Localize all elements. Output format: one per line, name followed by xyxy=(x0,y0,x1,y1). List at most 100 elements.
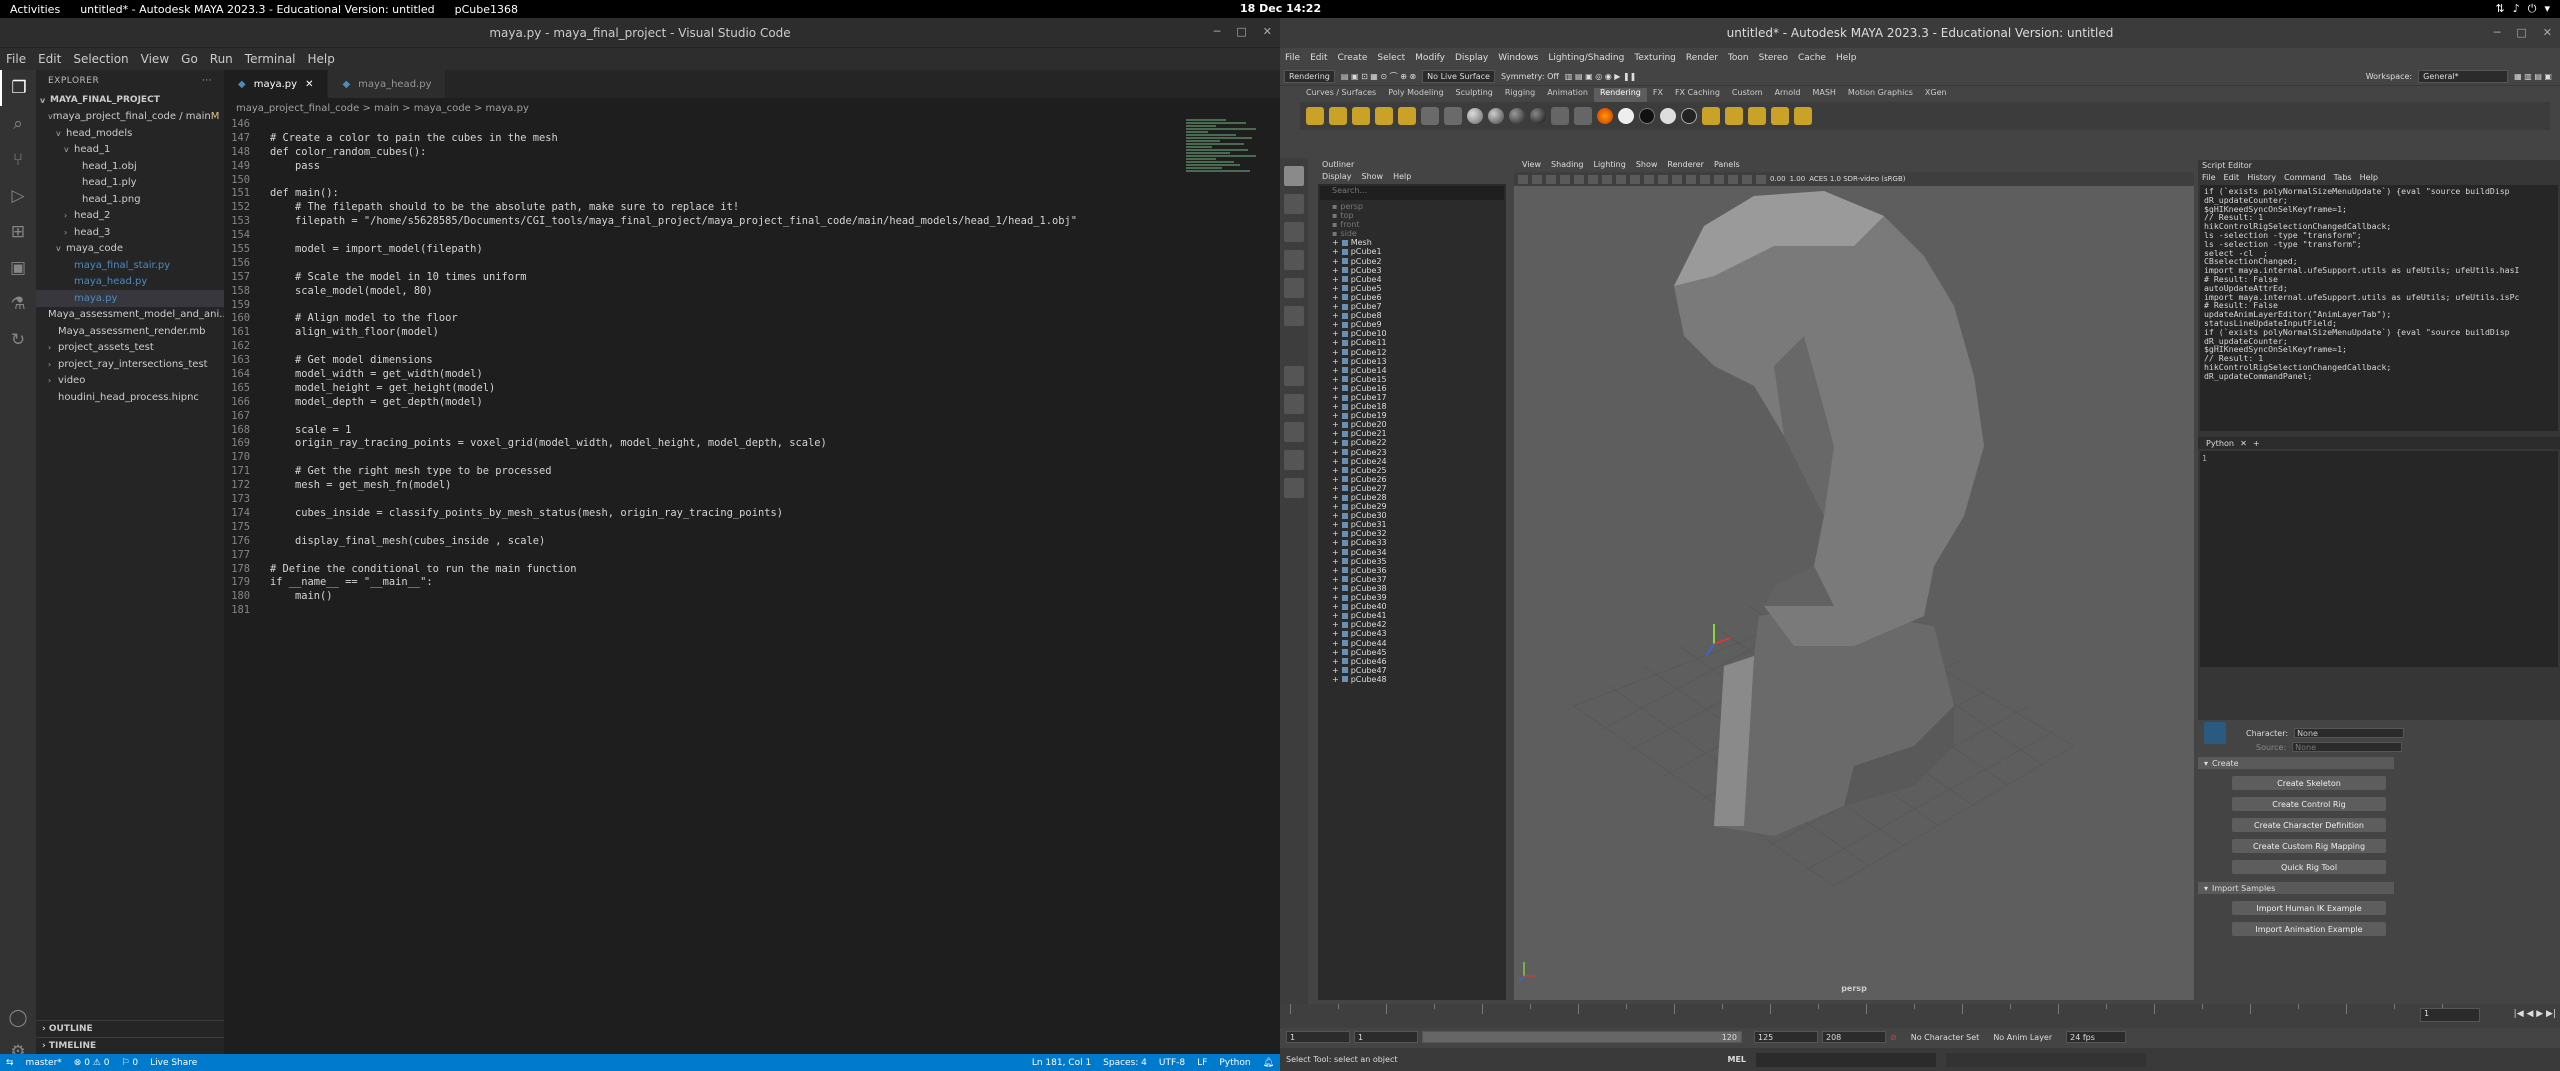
maximize-icon[interactable]: □ xyxy=(1236,25,1246,38)
outliner-item[interactable]: + pCube13 xyxy=(1318,357,1506,366)
rotate-tool-icon[interactable] xyxy=(1284,278,1304,298)
camera-attributes-icon[interactable] xyxy=(1518,174,1528,184)
outliner-item[interactable]: + pCube3 xyxy=(1318,266,1506,275)
active-selection[interactable]: pCube1368 xyxy=(445,3,528,16)
close-icon[interactable]: ✕ xyxy=(2543,26,2552,39)
file-tree-item[interactable]: maya_final_stair.py xyxy=(36,257,224,274)
hik-create-control-rig-button[interactable]: Create Control Rig xyxy=(2232,797,2386,811)
xray-icon[interactable] xyxy=(1756,174,1766,184)
code-editor[interactable]: 146 147 # Create a color to pain the cubes… xyxy=(224,118,1184,650)
outliner-item[interactable]: + pCube21 xyxy=(1318,429,1506,438)
outliner-item[interactable]: + pCube39 xyxy=(1318,593,1506,602)
shelf-tab-animation[interactable]: Animation xyxy=(1541,88,1594,102)
hik-import-animation-example-button[interactable]: Import Animation Example xyxy=(2232,922,2386,936)
volume-light-icon[interactable] xyxy=(1398,107,1416,125)
outliner-menu-help[interactable]: Help xyxy=(1393,172,1411,184)
maya-menu-help[interactable]: Help xyxy=(1831,53,1862,63)
live-share-icon[interactable]: ↻ xyxy=(0,322,36,358)
outliner-item[interactable]: + pCube2 xyxy=(1318,257,1506,266)
file-tree-item[interactable]: Maya_assessment_render.mb xyxy=(36,323,224,340)
outliner-item[interactable]: + pCube24 xyxy=(1318,457,1506,466)
timeline-section[interactable]: › TIMELINE xyxy=(36,1037,224,1053)
film-gate-icon[interactable] xyxy=(1574,174,1584,184)
script-editor-output[interactable]: if (`exists polyNormalSizeMenuUpdate`) {… xyxy=(2200,185,2558,431)
search-icon[interactable]: ⌕ xyxy=(0,106,36,142)
outliner-item[interactable]: + pCube8 xyxy=(1318,311,1506,320)
hik-quick-rig-tool-button[interactable]: Quick Rig Tool xyxy=(2232,860,2386,874)
outliner-item[interactable]: + pCube28 xyxy=(1318,493,1506,502)
menu-item-view[interactable]: View xyxy=(135,52,175,66)
outliner-item[interactable]: + pCube38 xyxy=(1318,584,1506,593)
hik-create-custom-rig-mapping-button[interactable]: Create Custom Rig Mapping xyxy=(2232,839,2386,853)
viewport-menu-view[interactable]: View xyxy=(1522,160,1541,172)
single-view-icon[interactable] xyxy=(1284,366,1304,386)
dark-sphere-icon[interactable] xyxy=(1681,108,1697,124)
current-frame-field[interactable]: 1 xyxy=(2420,1008,2480,1022)
maya-menu-windows[interactable]: Windows xyxy=(1493,53,1543,63)
run-debug-icon[interactable]: ▷ xyxy=(0,178,36,214)
maya-menu-file[interactable]: File xyxy=(1280,53,1305,63)
surface-shader-icon[interactable] xyxy=(1530,108,1546,124)
lasso-tool-icon[interactable] xyxy=(1284,194,1304,214)
workspace-dropdown[interactable]: General* xyxy=(2418,70,2509,83)
import-samples-header[interactable]: ▾ Import Samples xyxy=(2198,882,2394,894)
playback-end-field[interactable]: 125 xyxy=(1754,1031,1818,1043)
auto-key-icon[interactable]: ⊘ xyxy=(1890,1033,1897,1042)
camera-aim-icon[interactable] xyxy=(1444,107,1462,125)
four-view-icon[interactable] xyxy=(1284,394,1304,414)
maya-menu-edit[interactable]: Edit xyxy=(1305,53,1332,63)
menu-item-run[interactable]: Run xyxy=(204,52,239,66)
system-tray[interactable]: ⇅ ♪ ⏻ ▾ xyxy=(2496,2,2550,16)
shelf-tab-fx[interactable]: FX xyxy=(1647,88,1669,102)
outliner-item[interactable]: + pCube26 xyxy=(1318,475,1506,484)
script-menu-history[interactable]: History xyxy=(2247,172,2276,183)
outliner-item[interactable]: + pCube45 xyxy=(1318,648,1506,657)
file-tree-item[interactable]: head_1.ply xyxy=(36,175,224,192)
outliner-item[interactable]: + pCube16 xyxy=(1318,384,1506,393)
file-tree-item[interactable]: maya.py xyxy=(36,290,224,307)
isolate-select-icon[interactable] xyxy=(1742,174,1752,184)
clock[interactable]: 18 Dec 14:22 xyxy=(1240,2,1321,15)
maya-menu-display[interactable]: Display xyxy=(1450,53,1493,63)
texture-icon[interactable] xyxy=(1574,107,1592,125)
outliner-item[interactable]: + pCube11 xyxy=(1318,338,1506,347)
viewport-menu-lighting[interactable]: Lighting xyxy=(1593,160,1625,172)
outliner-layout-icon[interactable] xyxy=(1284,450,1304,470)
time-slider[interactable]: 1 |◀ ◀ ▶ ▶| xyxy=(1280,1004,2560,1028)
ambient-occlusion-icon[interactable] xyxy=(1714,174,1724,184)
tab-maya-py[interactable]: ◆ maya.py ✕ xyxy=(224,70,329,98)
symmetry-dropdown[interactable]: Symmetry: Off xyxy=(1501,72,1559,81)
shelf-tab-xgen[interactable]: XGen xyxy=(1919,88,1953,102)
maya-menu-stereo[interactable]: Stereo xyxy=(1754,53,1793,63)
outliner-search-input[interactable]: Search... xyxy=(1320,186,1504,200)
gate-mask-icon[interactable] xyxy=(1602,174,1612,184)
viewport-menu-renderer[interactable]: Renderer xyxy=(1667,160,1704,172)
outliner-item[interactable]: + pCube46 xyxy=(1318,657,1506,666)
outliner-item[interactable]: + pCube48 xyxy=(1318,675,1506,684)
field-chart-icon[interactable] xyxy=(1616,174,1626,184)
close-icon[interactable]: ✕ xyxy=(1263,25,1272,38)
phong-sphere-icon[interactable] xyxy=(1509,108,1525,124)
add-tab-icon[interactable]: + xyxy=(2253,438,2260,448)
account-icon[interactable]: ◯ xyxy=(0,1000,36,1036)
outliner-item[interactable]: + pCube40 xyxy=(1318,602,1506,611)
outliner-item[interactable]: + pCube35 xyxy=(1318,557,1506,566)
minimize-icon[interactable]: ─ xyxy=(1214,25,1221,38)
outliner-menu-display[interactable]: Display xyxy=(1322,172,1352,184)
fps-dropdown[interactable]: 24 fps xyxy=(2066,1031,2127,1043)
outliner-menu-show[interactable]: Show xyxy=(1362,172,1384,184)
resolution-gate-icon[interactable] xyxy=(1588,174,1598,184)
file-tree-item[interactable]: › video xyxy=(36,373,224,390)
file-tree-item[interactable]: maya_head.py xyxy=(36,274,224,291)
motion-blur-icon[interactable] xyxy=(1728,174,1738,184)
character-dropdown[interactable]: None xyxy=(2294,728,2405,738)
move-tool-icon[interactable] xyxy=(1284,250,1304,270)
point-light-icon[interactable] xyxy=(1329,107,1347,125)
viewport-scene[interactable] xyxy=(1514,186,2194,986)
outline-section[interactable]: › OUTLINE xyxy=(36,1020,224,1036)
outliner-item[interactable]: + pCube31 xyxy=(1318,520,1506,529)
minimap[interactable] xyxy=(1186,118,1264,278)
outliner-item[interactable]: + pCube10 xyxy=(1318,329,1506,338)
render-view-icon[interactable] xyxy=(1725,107,1743,125)
outliner-item[interactable]: + pCube14 xyxy=(1318,366,1506,375)
